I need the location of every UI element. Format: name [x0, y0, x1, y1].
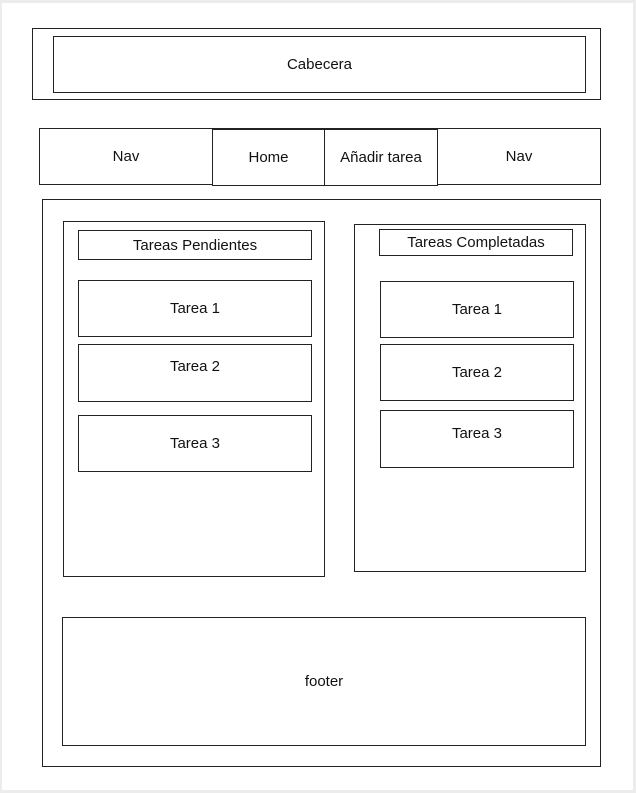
completed-tasks-title-label: Tareas Completadas	[407, 234, 545, 251]
pending-task-card[interactable]: Tarea 3	[78, 415, 312, 472]
pending-task-label: Tarea 3	[169, 435, 221, 452]
pending-task-card[interactable]: Tarea 2	[78, 344, 312, 402]
header-label: Cabecera	[286, 56, 353, 73]
completed-task-label: Tarea 3	[451, 425, 503, 442]
pending-task-card[interactable]: Tarea 1	[78, 280, 312, 337]
nav-home-button[interactable]: Home	[212, 129, 325, 186]
pending-tasks-title-label: Tareas Pendientes	[132, 236, 258, 254]
completed-task-card[interactable]: Tarea 1	[380, 281, 574, 338]
pending-tasks-title: Tareas Pendientes	[78, 230, 312, 260]
header-box: Cabecera	[53, 36, 586, 93]
pending-task-label: Tarea 2	[169, 358, 221, 375]
nav-right[interactable]: Nav	[438, 129, 600, 184]
nav-right-label: Nav	[505, 148, 533, 165]
nav-home-label: Home	[248, 149, 289, 166]
nav-left[interactable]: Nav	[40, 129, 212, 184]
completed-task-label: Tarea 1	[451, 301, 503, 318]
pending-task-label: Tarea 1	[169, 300, 221, 317]
completed-task-card[interactable]: Tarea 2	[380, 344, 574, 401]
completed-tasks-title: Tareas Completadas	[379, 229, 573, 256]
footer-label: footer	[304, 673, 344, 690]
completed-task-label: Tarea 2	[451, 364, 503, 381]
footer-box: footer	[62, 617, 586, 746]
nav-add-task-button[interactable]: Añadir tarea	[324, 129, 438, 186]
nav-add-task-label: Añadir tarea	[340, 149, 422, 166]
nav-left-label: Nav	[112, 148, 140, 165]
completed-task-card[interactable]: Tarea 3	[380, 410, 574, 468]
